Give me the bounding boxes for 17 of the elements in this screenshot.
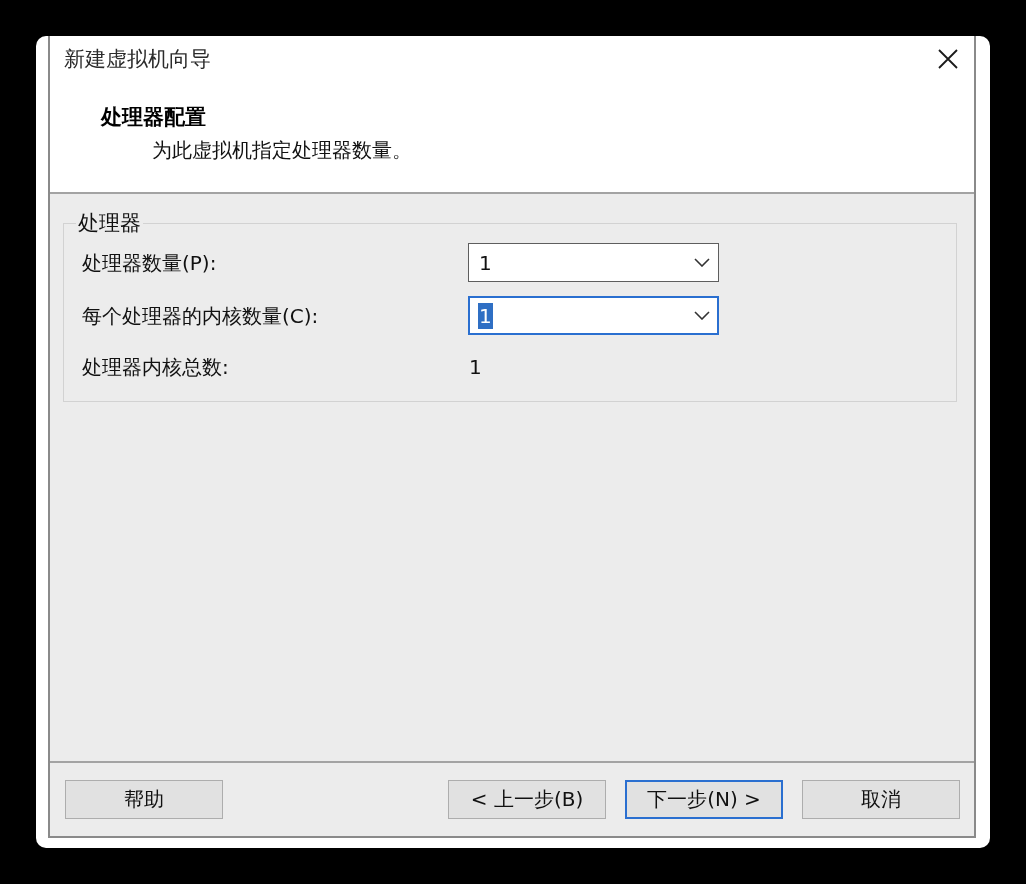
field-label: 处理器数量(P):	[82, 249, 217, 276]
help-button[interactable]: 帮助	[65, 780, 223, 819]
back-button[interactable]: < 上一步(B)	[448, 780, 606, 819]
field-label: 每个处理器的内核数量(C):	[82, 302, 319, 329]
dropdown-field[interactable]: 1	[468, 296, 719, 335]
field-value: 1	[468, 354, 482, 380]
chevron-down-icon	[694, 258, 710, 267]
chevron-down-icon	[694, 311, 710, 320]
cancel-button[interactable]: 取消	[802, 780, 960, 819]
page-heading: 处理器配置	[101, 104, 206, 131]
next-button[interactable]: 下一步(N) >	[625, 780, 783, 819]
window-title: 新建虚拟机向导	[64, 46, 211, 73]
page-description: 为此虚拟机指定处理器数量。	[152, 137, 412, 164]
field-label: 处理器内核总数:	[82, 354, 229, 380]
group-label: 处理器	[77, 211, 142, 235]
close-icon[interactable]	[938, 49, 958, 69]
dropdown-field[interactable]: 1	[468, 243, 719, 282]
